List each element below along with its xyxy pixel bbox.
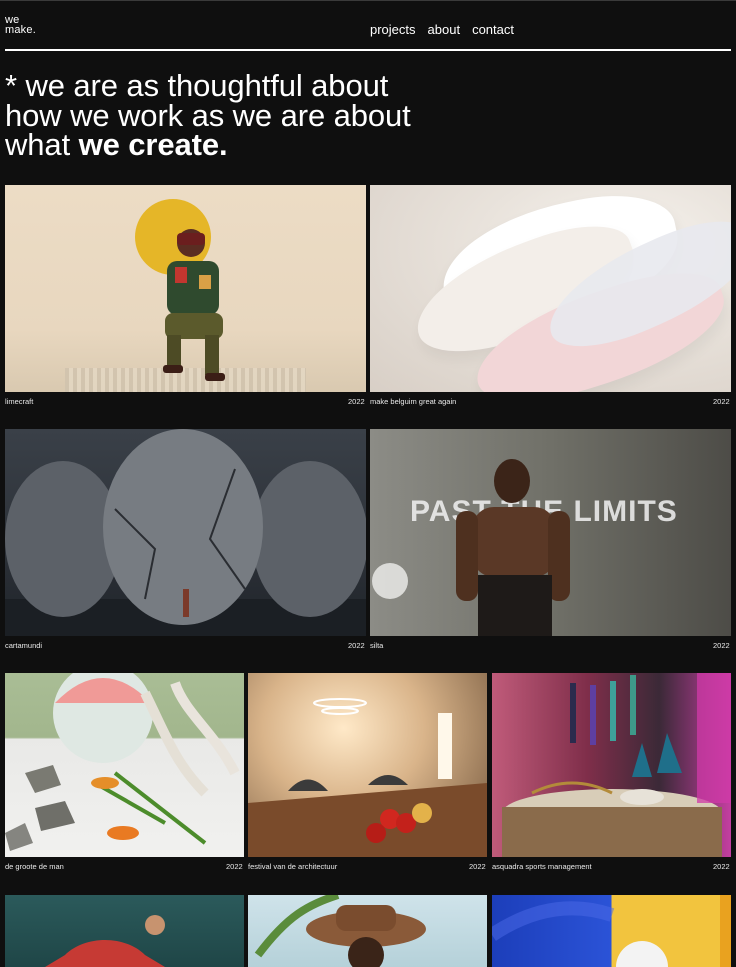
project-image-silta[interactable]: PAST THE LIMITS bbox=[370, 429, 731, 636]
project-image-make-belguim-great-again[interactable] bbox=[370, 185, 731, 392]
sculpture-heads bbox=[5, 429, 366, 636]
nav-projects[interactable]: projects bbox=[370, 22, 416, 37]
person-figure bbox=[372, 459, 570, 636]
nav-contact[interactable]: contact bbox=[472, 22, 514, 37]
project-title[interactable]: cartamundi bbox=[5, 641, 42, 651]
flowers-stones bbox=[5, 673, 240, 851]
project-title[interactable]: asquadra sports management bbox=[492, 862, 592, 872]
project-year: 2022 bbox=[348, 397, 365, 406]
logo[interactable]: we make. bbox=[5, 15, 36, 36]
project-title[interactable]: silta bbox=[370, 641, 383, 651]
project-image-row4-3[interactable] bbox=[492, 895, 731, 967]
project-image-row4-2[interactable] bbox=[248, 895, 487, 967]
project-year: 2022 bbox=[469, 862, 486, 871]
nav-about[interactable]: about bbox=[428, 22, 461, 37]
table-scene bbox=[502, 673, 731, 857]
project-year: 2022 bbox=[713, 862, 730, 871]
project-title[interactable]: de groote de man bbox=[5, 862, 64, 872]
project-image-row4-1[interactable] bbox=[5, 895, 244, 967]
hero-emphasis: we create. bbox=[78, 127, 228, 162]
project-image-cartamundi[interactable] bbox=[5, 429, 366, 636]
room-scene bbox=[248, 698, 487, 857]
project-image-de-groote-de-man[interactable] bbox=[5, 673, 244, 857]
project-image-limecraft[interactable] bbox=[5, 185, 366, 392]
abstract-shapes bbox=[492, 895, 731, 967]
project-year: 2022 bbox=[713, 641, 730, 650]
project-title[interactable]: make belguim great again bbox=[370, 397, 456, 407]
project-image-asquadra-sports-management[interactable] bbox=[492, 673, 731, 857]
hero-statement: * we are as thoughtful about how we work… bbox=[5, 70, 425, 162]
site-header: we make. projects about contact bbox=[0, 1, 736, 49]
logo-line-2: make. bbox=[5, 24, 36, 36]
project-year: 2022 bbox=[226, 862, 243, 871]
project-year: 2022 bbox=[713, 397, 730, 406]
project-image-festival-van-de-architectuur[interactable] bbox=[248, 673, 487, 857]
project-title[interactable]: festival van de architectuur bbox=[248, 862, 337, 872]
header-divider bbox=[5, 49, 731, 51]
hat-figure bbox=[254, 895, 426, 967]
person-figure bbox=[163, 229, 225, 381]
red-dress-figure bbox=[45, 915, 165, 967]
project-year: 2022 bbox=[348, 641, 365, 650]
main-nav: projects about contact bbox=[370, 22, 514, 37]
project-title[interactable]: limecraft bbox=[5, 397, 33, 407]
